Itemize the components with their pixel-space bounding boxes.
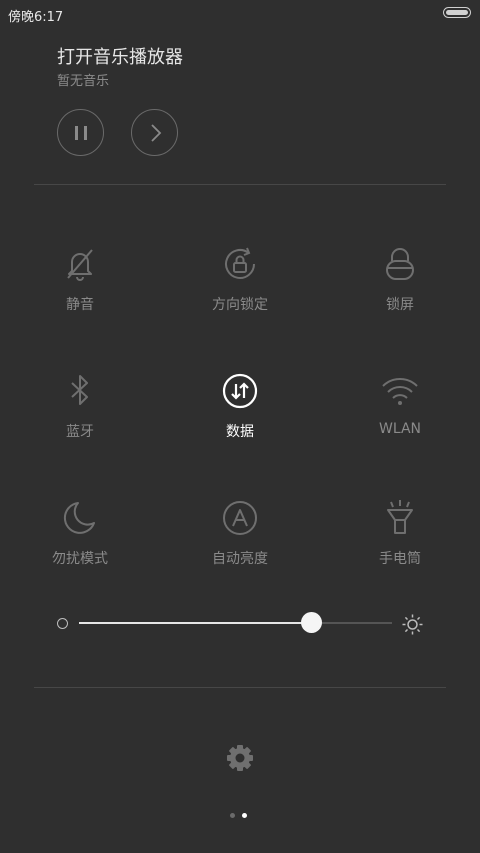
brightness-slider-fill — [79, 622, 311, 624]
page-dot — [242, 813, 247, 818]
auto-brightness-icon — [223, 501, 257, 535]
toggle-wlan-label: WLAN — [378, 421, 421, 437]
brightness-slider[interactable] — [79, 612, 392, 633]
toggle-lock-screen[interactable]: 锁屏 — [330, 244, 470, 324]
toggle-bluetooth-label: 蓝牙 — [66, 424, 94, 440]
brightness-low-icon — [57, 618, 68, 629]
music-player-subtitle: 暂无音乐 — [57, 74, 110, 89]
pause-button[interactable] — [57, 109, 104, 156]
divider-bottom — [34, 687, 446, 688]
toggle-mute-label: 静音 — [66, 297, 94, 313]
page-dot — [230, 813, 235, 818]
music-player-title[interactable]: 打开音乐播放器 — [57, 43, 183, 69]
brightness-slider-thumb[interactable] — [300, 612, 322, 633]
pause-icon — [75, 126, 87, 140]
toggle-mobile-data-label: 数据 — [226, 424, 254, 440]
status-bar: 傍晚6:17 — [0, 0, 480, 28]
toggle-mute[interactable]: 静音 — [10, 244, 150, 324]
bell-off-icon — [67, 249, 93, 281]
lock-icon — [386, 248, 414, 280]
rotation-lock-icon — [225, 247, 255, 279]
toggle-wlan[interactable]: WLAN — [330, 371, 470, 451]
brightness-high-icon — [402, 614, 423, 635]
bluetooth-icon — [71, 375, 88, 405]
chevron-right-icon — [151, 124, 162, 142]
battery-icon — [443, 7, 471, 18]
toggle-do-not-disturb[interactable]: 勿扰模式 — [10, 498, 150, 578]
status-time: 傍晚6:17 — [8, 10, 64, 25]
toggle-lock-screen-label: 锁屏 — [386, 297, 414, 313]
toggle-mobile-data[interactable]: 数据 — [170, 371, 310, 451]
divider-top — [34, 184, 446, 185]
next-button[interactable] — [131, 109, 178, 156]
toggle-bluetooth[interactable]: 蓝牙 — [10, 371, 150, 451]
page-indicator — [230, 813, 250, 819]
gear-icon[interactable] — [224, 742, 256, 774]
toggle-auto-brightness[interactable]: 自动亮度 — [170, 498, 310, 578]
toggle-flashlight-label: 手电筒 — [379, 551, 421, 567]
moon-icon — [63, 502, 95, 534]
toggle-rotation-lock-label: 方向锁定 — [212, 297, 268, 313]
toggle-flashlight[interactable]: 手电筒 — [330, 498, 470, 578]
wifi-icon — [382, 377, 418, 405]
toggle-do-not-disturb-label: 勿扰模式 — [52, 551, 108, 567]
toggle-rotation-lock[interactable]: 方向锁定 — [170, 244, 310, 324]
toggle-auto-brightness-label: 自动亮度 — [212, 551, 268, 567]
mobile-data-icon — [222, 373, 258, 409]
flashlight-icon — [387, 500, 413, 534]
